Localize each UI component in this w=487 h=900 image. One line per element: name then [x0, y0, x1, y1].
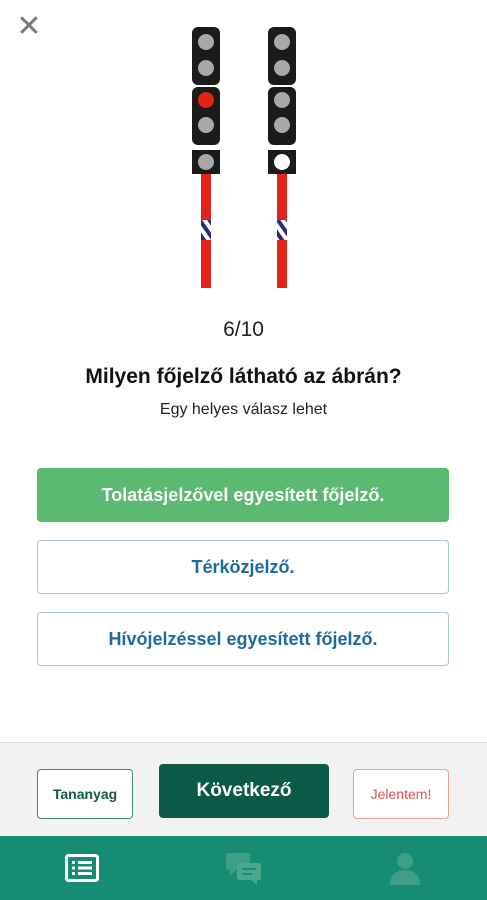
person-icon [390, 853, 420, 885]
left-signal-red-light [198, 92, 214, 108]
answer-option-3[interactable]: Hívójelzéssel egyesített főjelző. [37, 612, 449, 666]
chat-icon [226, 853, 261, 885]
nav-item-list[interactable] [62, 850, 102, 886]
answer-hint: Egy helyes válasz lehet [159, 401, 328, 418]
left-signal [192, 27, 220, 288]
signal-illustration [192, 27, 296, 288]
answer-option-label: Tolatásjelzővel egyesített főjelző. [101, 484, 385, 505]
learning-material-button[interactable]: Tananyag [37, 769, 133, 819]
answer-option-label: Hívójelzéssel egyesített főjelző. [108, 628, 378, 649]
report-button[interactable]: Jelentem! [353, 769, 449, 819]
nav-item-messages[interactable] [224, 850, 264, 886]
answer-option-1[interactable]: Tolatásjelzővel egyesített főjelző. [37, 468, 449, 522]
right-signal-white-light [274, 154, 290, 170]
action-bar: Tananyag Következő Jelentem! [0, 742, 487, 837]
list-icon [65, 854, 99, 882]
answer-option-label: Térközjelző. [191, 556, 295, 577]
answer-option-2[interactable]: Térközjelző. [37, 540, 449, 594]
bottom-navigation [0, 836, 487, 900]
right-signal [268, 27, 296, 288]
next-button[interactable]: Következő [159, 764, 329, 818]
nav-item-profile[interactable] [385, 850, 425, 886]
question-text: Milyen főjelző látható az ábrán? [85, 365, 402, 388]
question-progress: 6/10 [223, 318, 264, 341]
